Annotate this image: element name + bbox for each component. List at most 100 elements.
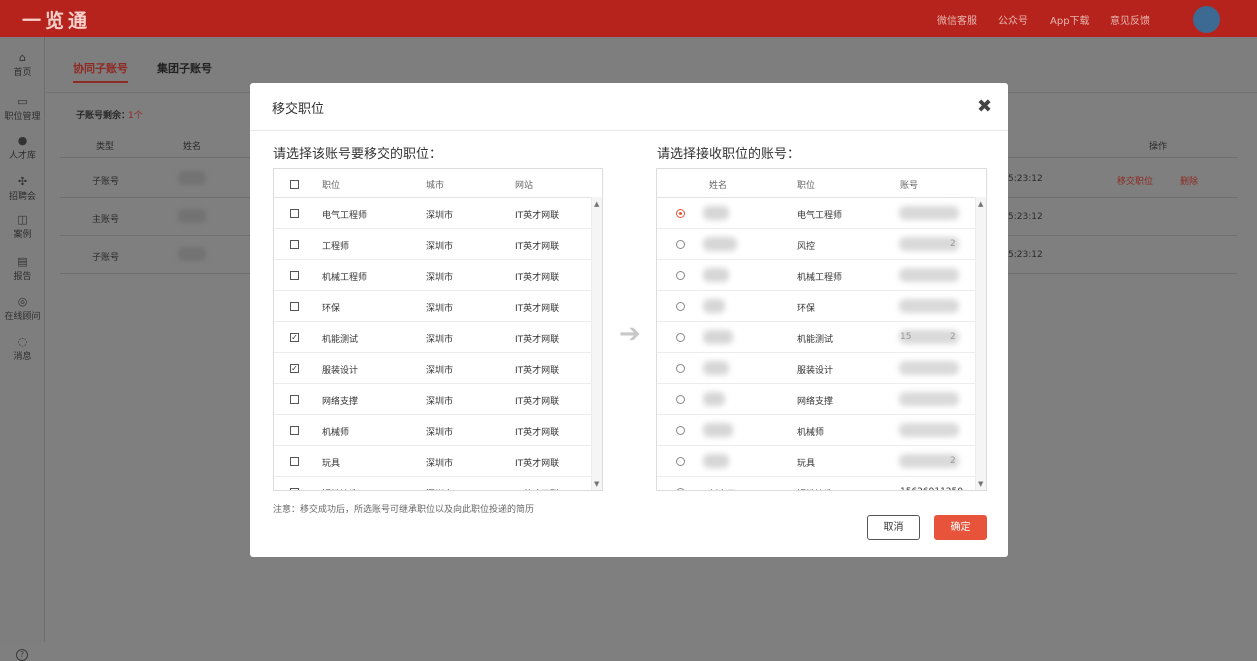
avatar[interactable] bbox=[1193, 6, 1220, 33]
bg-row-type: 子账号 bbox=[92, 253, 120, 263]
position-checkbox[interactable] bbox=[290, 271, 299, 280]
blurred-account-name bbox=[703, 268, 729, 282]
confirm-button[interactable]: 确定 bbox=[934, 515, 987, 540]
account-position: 机能测试 bbox=[797, 335, 834, 345]
sidebar-item-label: 招聘会 bbox=[8, 192, 36, 202]
position-checkbox[interactable] bbox=[290, 240, 299, 249]
position-row[interactable]: 工程师 深圳市 IT英才网联 bbox=[274, 229, 591, 260]
scroll-down-icon[interactable]: ▼ bbox=[594, 480, 599, 488]
sidebar-item[interactable]: ▭ 职位管理 bbox=[0, 95, 45, 122]
account-radio[interactable] bbox=[676, 426, 685, 435]
account-position: 电气工程师 bbox=[797, 211, 843, 221]
nav-app-download[interactable]: App下载 bbox=[1050, 12, 1090, 27]
position-checkbox[interactable] bbox=[290, 302, 299, 311]
position-site: IT英才网联 bbox=[515, 428, 560, 438]
account-row[interactable]: 风控 2 bbox=[657, 229, 975, 260]
account-number: 15626911250 bbox=[900, 487, 963, 490]
account-row[interactable]: 机械工程师 bbox=[657, 260, 975, 291]
message-icon: ◌ bbox=[17, 335, 28, 348]
tab-collab-subaccount[interactable]: 协同子账号 bbox=[73, 60, 128, 83]
bg-row-type: 子账号 bbox=[92, 177, 120, 187]
select-all-checkbox[interactable] bbox=[290, 180, 299, 189]
sidebar-item[interactable]: ⌂ 首页 bbox=[0, 51, 45, 78]
scroll-up-icon[interactable]: ▲ bbox=[594, 200, 599, 208]
position-row[interactable]: 机械工程师 深圳市 IT英才网联 bbox=[274, 260, 591, 291]
nav-feedback[interactable]: 意见反馈 bbox=[1110, 12, 1150, 27]
close-icon[interactable]: ✖ bbox=[977, 97, 992, 117]
blurred-account-number bbox=[899, 423, 959, 437]
position-row[interactable]: 钢铁铸造 深圳市 IT英才网联 bbox=[274, 477, 591, 490]
position-row[interactable]: ✓ 机能测试 深圳市 IT英才网联 bbox=[274, 322, 591, 353]
help-icon[interactable]: ? bbox=[16, 649, 28, 661]
report-icon: ▤ bbox=[17, 255, 28, 268]
position-checkbox[interactable] bbox=[290, 395, 299, 404]
position-row[interactable]: ✓ 服装设计 深圳市 IT英才网联 bbox=[274, 353, 591, 384]
scroll-up-icon[interactable]: ▲ bbox=[978, 200, 983, 208]
account-radio[interactable] bbox=[676, 488, 685, 490]
nav-official-account[interactable]: 公众号 bbox=[998, 12, 1028, 27]
sidebar-item[interactable]: ◫ 案例 bbox=[0, 213, 45, 240]
account-row[interactable]: 刘寿元 钢铁铸造 15626911250 bbox=[657, 477, 975, 490]
transfer-position-modal: 移交职位 ✖ 请选择该账号要移交的职位： 请选择接收职位的账号： 职位 城市 网… bbox=[250, 83, 1008, 557]
account-row[interactable]: 环保 bbox=[657, 291, 975, 322]
account-radio[interactable] bbox=[676, 209, 685, 218]
col-ops: 操作 bbox=[1149, 142, 1168, 152]
accounts-scrollbar[interactable]: ▲ ▼ bbox=[975, 197, 986, 490]
account-row[interactable]: 网络支撑 bbox=[657, 384, 975, 415]
position-checkbox[interactable]: ✓ bbox=[290, 364, 299, 373]
account-radio[interactable] bbox=[676, 457, 685, 466]
account-radio[interactable] bbox=[676, 302, 685, 311]
sidebar-item[interactable]: ◎ 在线顾问 bbox=[0, 295, 45, 322]
scroll-down-icon[interactable]: ▼ bbox=[978, 480, 983, 488]
sidebar-item[interactable]: ● 人才库 bbox=[0, 134, 45, 161]
blurred-name bbox=[178, 171, 206, 185]
position-row[interactable]: 环保 深圳市 IT英才网联 bbox=[274, 291, 591, 322]
sidebar-item[interactable]: ◌ 消息 bbox=[0, 335, 45, 362]
blurred-account-name bbox=[703, 299, 725, 313]
account-radio[interactable] bbox=[676, 364, 685, 373]
col-type: 类型 bbox=[96, 142, 115, 152]
position-title: 网络支撑 bbox=[322, 397, 359, 407]
cancel-button[interactable]: 取消 bbox=[867, 515, 920, 540]
account-radio[interactable] bbox=[676, 271, 685, 280]
position-row[interactable]: 网络支撑 深圳市 IT英才网联 bbox=[274, 384, 591, 415]
position-title: 机械工程师 bbox=[322, 273, 368, 283]
account-row[interactable]: 机能测试 15 2 bbox=[657, 322, 975, 353]
briefcase-icon: ▭ bbox=[17, 95, 28, 108]
modal-title: 移交职位 bbox=[272, 102, 325, 117]
account-position: 环保 bbox=[797, 304, 816, 314]
account-radio[interactable] bbox=[676, 395, 685, 404]
position-checkbox[interactable] bbox=[290, 488, 299, 490]
account-row[interactable]: 电气工程师 bbox=[657, 198, 975, 229]
position-city: 深圳市 bbox=[426, 487, 453, 490]
transfer-note: 注意：移交成功后，所选账号可继承职位以及向此职位投递的简历 bbox=[273, 505, 535, 515]
position-row[interactable]: 玩具 深圳市 IT英才网联 bbox=[274, 446, 591, 477]
position-checkbox[interactable] bbox=[290, 426, 299, 435]
logo[interactable]: 一览通 bbox=[22, 6, 91, 33]
account-row[interactable]: 服装设计 bbox=[657, 353, 975, 384]
account-radio[interactable] bbox=[676, 240, 685, 249]
account-row[interactable]: 机械师 bbox=[657, 415, 975, 446]
tab-group-subaccount[interactable]: 集团子账号 bbox=[157, 60, 212, 76]
sidebar-item[interactable]: ▤ 报告 bbox=[0, 255, 45, 282]
sidebar-item[interactable]: ✣ 招聘会 bbox=[0, 175, 45, 202]
position-checkbox[interactable] bbox=[290, 457, 299, 466]
position-checkbox[interactable] bbox=[290, 209, 299, 218]
account-row[interactable]: 玩具 2 bbox=[657, 446, 975, 477]
position-city: 深圳市 bbox=[426, 273, 454, 283]
col-position: 职位 bbox=[322, 181, 341, 191]
account-radio[interactable] bbox=[676, 333, 685, 342]
delete-link[interactable]: 删除 bbox=[1180, 174, 1198, 187]
position-site: IT英才网联 bbox=[515, 304, 560, 314]
position-checkbox[interactable]: ✓ bbox=[290, 333, 299, 342]
bg-row-time: 5:23:12 bbox=[1008, 174, 1043, 184]
position-row[interactable]: 电气工程师 深圳市 IT英才网联 bbox=[274, 198, 591, 229]
transfer-position-link[interactable]: 移交职位 bbox=[1117, 174, 1153, 187]
sidebar-item-label: 首页 bbox=[13, 68, 32, 78]
account-number: 2 bbox=[950, 332, 956, 342]
position-row[interactable]: 机械师 深圳市 IT英才网联 bbox=[274, 415, 591, 446]
account-number-prefix: 15 bbox=[900, 332, 912, 342]
nav-wechat-service[interactable]: 微信客服 bbox=[937, 12, 977, 27]
positions-scrollbar[interactable]: ▲ ▼ bbox=[591, 197, 602, 490]
sidebar: ⌂ 首页 ▭ 职位管理 ● 人才库 ✣ 招聘会 ◫ 案例 ▤ 报告 ◎ 在线顾问 ◌ 消息 ? bbox=[0, 37, 45, 661]
